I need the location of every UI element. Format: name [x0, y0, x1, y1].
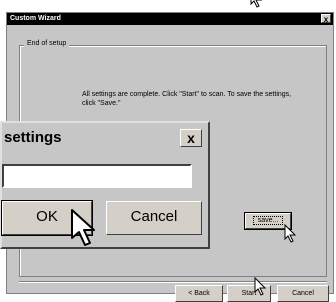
back-button[interactable]: < Back — [175, 285, 223, 302]
window-title: Custom Wizard — [10, 15, 61, 22]
arrow-cursor-icon — [284, 224, 297, 243]
arrow-cursor-icon — [254, 277, 267, 296]
completion-message: All settings are complete. Click "Start"… — [82, 91, 292, 107]
arrow-cursor-icon — [250, 0, 263, 8]
dialog-close-button[interactable]: x — [180, 129, 202, 147]
footer-separator — [19, 281, 327, 283]
cancel-button[interactable]: Cancel — [277, 285, 329, 302]
arrow-cursor-icon — [71, 209, 95, 246]
settings-dialog: settings x OK Cancel — [0, 121, 210, 249]
settings-name-input[interactable] — [2, 164, 192, 188]
dialog-title: settings — [4, 129, 62, 146]
group-label: End of setup — [24, 40, 70, 47]
window-close-button[interactable]: x — [321, 14, 331, 24]
dialog-cancel-button[interactable]: Cancel — [106, 201, 202, 235]
window-titlebar: Custom Wizard x — [7, 13, 333, 25]
save-button-label: save... — [252, 216, 284, 225]
